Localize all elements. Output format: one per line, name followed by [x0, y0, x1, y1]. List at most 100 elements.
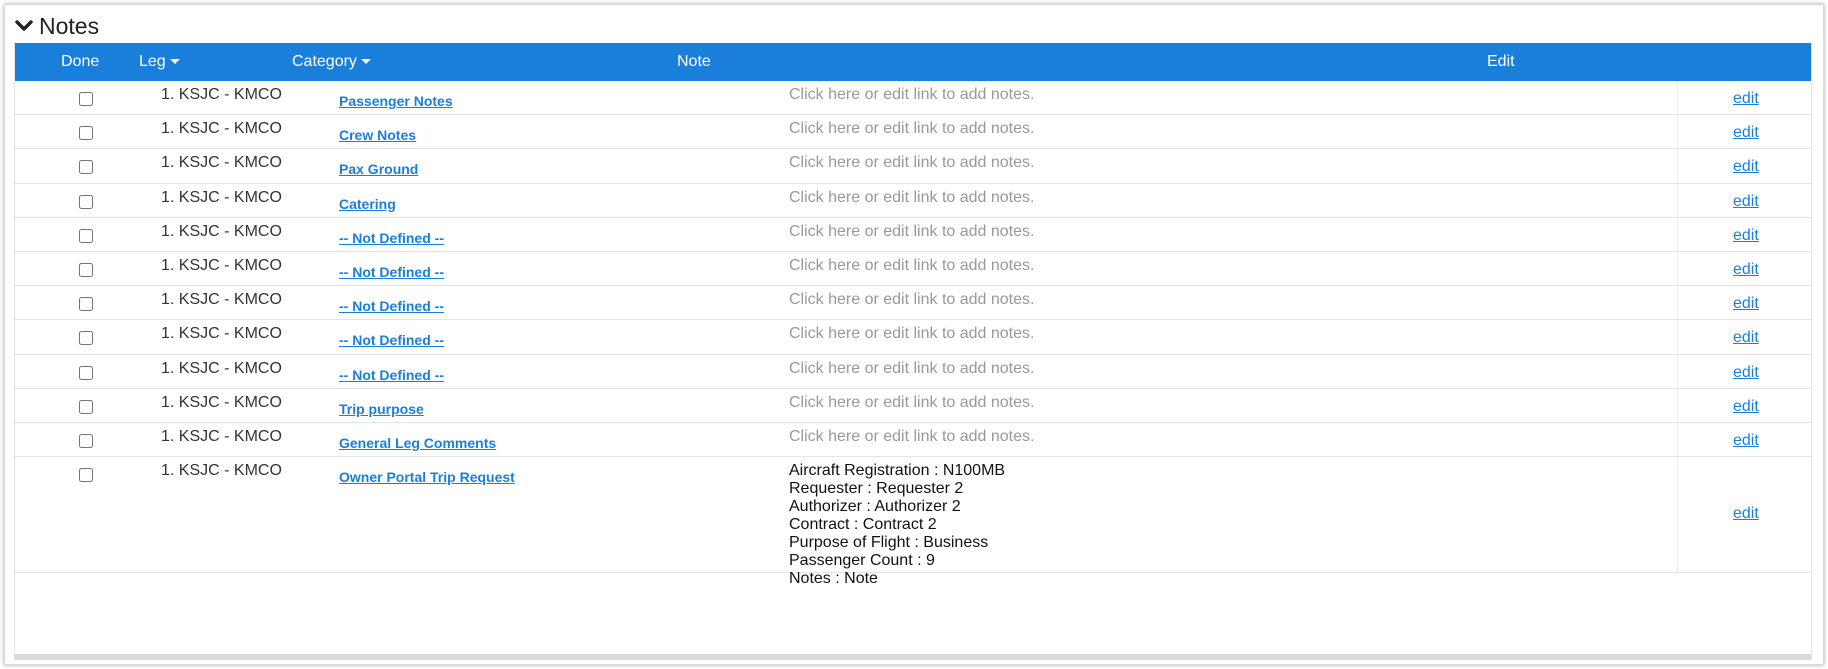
category-link[interactable]: -- Not Defined --	[339, 298, 444, 314]
edit-link[interactable]: edit	[1733, 505, 1759, 523]
done-cell	[79, 365, 93, 385]
caret-down-icon	[360, 59, 371, 65]
table-row: 1. KSJC - KMCO -- Not Defined -- Click her…	[15, 217, 1811, 252]
note-cell[interactable]: Click here or edit link to add notes.	[789, 291, 1034, 309]
leg-cell: 1. KSJC - KMCO	[161, 120, 282, 138]
column-divider	[1677, 388, 1678, 423]
leg-cell: 1. KSJC - KMCO	[161, 188, 282, 206]
notes-table: Done Leg Category Note Edit 1. KSJC - KM…	[14, 43, 1812, 660]
table-row: 1. KSJC - KMCO Crew Notes Click here or ed…	[15, 115, 1811, 150]
column-divider	[1677, 252, 1678, 287]
category-link[interactable]: -- Not Defined --	[339, 332, 444, 348]
note-line: Requester : Requester 2	[789, 480, 964, 498]
category-link[interactable]: General Leg Comments	[339, 435, 496, 451]
done-cell	[79, 331, 93, 350]
edit-link[interactable]: edit	[1733, 158, 1759, 176]
done-cell	[79, 263, 93, 282]
edit-link[interactable]: edit	[1733, 432, 1759, 450]
done-checkbox[interactable]	[79, 434, 93, 448]
category-link[interactable]: -- Not Defined --	[339, 230, 444, 246]
caret-down-icon	[169, 59, 180, 65]
note-line: Purpose of Flight : Business	[789, 534, 989, 552]
column-divider	[1677, 183, 1678, 218]
edit-link[interactable]: edit	[1733, 193, 1759, 211]
section-title: Notes	[39, 12, 100, 39]
note-cell[interactable]: Click here or edit link to add notes.	[789, 257, 1034, 275]
done-cell	[79, 228, 93, 248]
note-line: Passenger Count : 9	[789, 552, 935, 570]
table-row: 1. KSJC - KMCO -- Not Defined -- Click her…	[15, 320, 1811, 355]
table-row: 1. KSJC - KMCO General Leg Comments Click …	[15, 423, 1811, 458]
header-category[interactable]: Category	[292, 43, 371, 81]
done-checkbox[interactable]	[79, 92, 93, 106]
header-leg[interactable]: Leg	[139, 43, 180, 81]
leg-cell: 1. KSJC - KMCO	[161, 222, 282, 240]
note-line: Notes : Note	[789, 570, 878, 588]
leg-cell: 1. KSJC - KMCO	[161, 257, 282, 274]
note-line: Aircraft Registration : N100MB	[789, 462, 1006, 480]
category-link[interactable]: -- Not Defined --	[339, 264, 444, 280]
done-checkbox[interactable]	[79, 263, 93, 277]
note-cell[interactable]: Click here or edit link to add notes.	[789, 360, 1034, 378]
note-cell[interactable]: Click here or edit link to add notes.	[789, 86, 1034, 104]
table-header: Done Leg Category Note Edit	[15, 43, 1811, 81]
column-divider	[1677, 217, 1678, 252]
done-checkbox[interactable]	[79, 160, 93, 175]
edit-link[interactable]: edit	[1733, 295, 1759, 313]
header-leg-label: Leg	[139, 53, 166, 70]
column-divider	[1677, 320, 1678, 355]
note-cell[interactable]: Click here or edit link to add notes.	[789, 223, 1034, 241]
note-cell[interactable]: Click here or edit link to add notes.	[789, 189, 1034, 207]
column-divider	[1677, 286, 1678, 321]
edit-link[interactable]: edit	[1733, 227, 1759, 245]
leg-cell: 1. KSJC - KMCO	[161, 428, 282, 445]
header-edit: Edit	[1487, 53, 1515, 70]
category-link[interactable]: Passenger Notes	[339, 93, 453, 109]
done-checkbox[interactable]	[79, 297, 93, 312]
done-checkbox[interactable]	[79, 194, 93, 209]
edit-link[interactable]: edit	[1733, 124, 1759, 142]
done-checkbox[interactable]	[79, 331, 93, 346]
column-divider	[1677, 423, 1678, 458]
category-link[interactable]: Pax Ground	[339, 161, 418, 177]
note-cell[interactable]: Click here or edit link to add notes.	[789, 325, 1034, 343]
note-cell[interactable]: Click here or edit link to add notes.	[789, 154, 1034, 172]
column-divider	[1677, 457, 1678, 574]
edit-link[interactable]: edit	[1733, 261, 1759, 279]
done-checkbox[interactable]	[79, 365, 93, 380]
done-checkbox[interactable]	[79, 468, 93, 483]
category-link[interactable]: Catering	[339, 196, 396, 212]
table-row: 1. KSJC - KMCO -- Not Defined -- Click her…	[15, 354, 1811, 389]
chevron-down-icon[interactable]	[15, 19, 33, 33]
done-cell	[79, 92, 93, 111]
column-divider	[1677, 115, 1678, 150]
done-checkbox[interactable]	[79, 228, 93, 243]
done-checkbox[interactable]	[79, 399, 93, 414]
leg-cell: 1. KSJC - KMCO	[161, 154, 282, 172]
leg-cell: 1. KSJC - KMCO	[161, 291, 282, 309]
note-cell[interactable]: Click here or edit link to add notes.	[789, 394, 1034, 412]
category-link[interactable]: Crew Notes	[339, 127, 416, 143]
edit-link[interactable]: edit	[1733, 364, 1759, 382]
done-cell	[79, 297, 93, 316]
note-cell[interactable]: Click here or edit link to add notes.	[789, 120, 1034, 138]
header-category-label: Category	[292, 53, 357, 70]
edit-link[interactable]: edit	[1733, 90, 1759, 108]
header-done: Done	[61, 53, 100, 70]
column-divider	[1677, 149, 1678, 184]
category-link[interactable]: Trip purpose	[339, 401, 424, 417]
note-cell[interactable]: Aircraft Registration : N100MB Requester …	[789, 462, 1005, 588]
notes-panel: Notes Done Leg Category Note Edit 1. KSJ…	[4, 4, 1824, 665]
notes-section-header[interactable]: Notes	[15, 11, 99, 41]
category-link[interactable]: -- Not Defined --	[339, 367, 444, 383]
note-cell[interactable]: Click here or edit link to add notes.	[789, 428, 1034, 446]
edit-link[interactable]: edit	[1733, 329, 1759, 347]
leg-cell: 1. KSJC - KMCO	[161, 359, 282, 377]
note-line: Authorizer : Authorizer 2	[789, 498, 961, 516]
table-row: 1. KSJC - KMCO Pax Ground Click here or ed…	[15, 149, 1811, 184]
leg-cell: 1. KSJC - KMCO	[161, 462, 282, 480]
edit-link[interactable]: edit	[1733, 398, 1759, 416]
done-checkbox[interactable]	[79, 126, 93, 141]
horizontal-scrollbar[interactable]	[15, 654, 1811, 660]
category-link[interactable]: Owner Portal Trip Request	[339, 469, 515, 485]
